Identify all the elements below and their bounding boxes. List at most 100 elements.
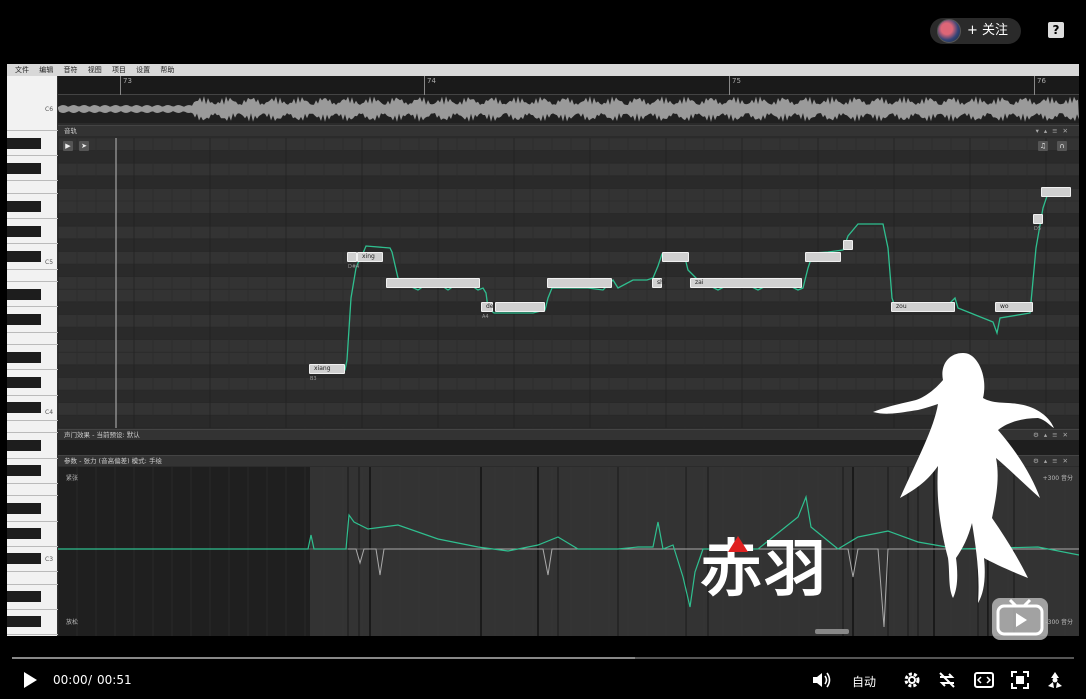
white-key-divider [7,243,58,245]
uploader-avatar[interactable] [937,19,961,43]
black-key[interactable] [7,288,41,300]
white-key-divider [7,130,58,131]
black-key[interactable] [7,591,41,603]
black-key[interactable] [7,137,41,149]
black-key[interactable] [7,225,41,237]
white-key-divider [7,394,58,396]
fullscreen-icon[interactable] [1010,670,1030,690]
white-key-divider [7,419,58,421]
black-key[interactable] [7,251,41,262]
octave-label: C3 [45,556,54,563]
progress-bar[interactable] [12,657,1074,659]
menu-help: 帮助 [160,66,175,74]
character-silhouette [873,353,1054,603]
menu-view: 视图 [87,66,102,74]
note-block[interactable]: wo [995,302,1033,312]
white-key-divider [7,520,58,522]
note-block[interactable] [1033,214,1043,224]
top-bar: + 关注 ? [0,0,1086,62]
black-key[interactable] [7,616,41,628]
timeline-ruler: 73 74 75 76 [58,76,1079,95]
note-block[interactable]: zou [891,302,955,312]
note-pitch-label: A4 [482,314,489,320]
note-icon[interactable]: ♫ [1038,141,1048,151]
piano-keyboard[interactable]: C6 C5 C4 C3 [7,76,58,636]
white-key-divider [7,306,58,308]
white-key-divider [7,482,58,484]
logo-triangle-icon [728,536,748,552]
note-block[interactable] [1041,187,1071,197]
white-key-divider [7,583,58,585]
white-key-divider [7,369,58,371]
white-key-divider [7,268,58,270]
track-panel-header: 音轨 ▾▴≡✕ [58,125,1079,136]
param-min-label: -300 音分 [1045,619,1073,626]
white-key-divider [7,180,58,182]
white-key-divider [7,432,58,434]
quality-selector[interactable]: 自动 [852,673,876,690]
current-time: 00:00 [53,673,88,687]
white-key-divider [7,571,58,572]
note-block[interactable] [843,240,853,250]
bar-number: 73 [123,77,132,85]
white-key-divider [7,545,58,547]
note-pitch-label: D5 [1034,226,1042,232]
play-icon[interactable] [22,671,38,689]
param-top-label: 紧张 [66,475,79,482]
time-separator: / [88,673,93,687]
bar-number: 76 [1037,77,1046,85]
volume-icon[interactable] [812,671,832,689]
note-block[interactable] [547,278,612,288]
black-key[interactable] [7,465,41,477]
select-tool-icon[interactable]: ➤ [79,141,89,151]
black-key[interactable] [7,351,41,363]
audio-waveform [58,95,1079,123]
white-key-divider [7,193,58,194]
note-block[interactable] [495,302,545,312]
note-block[interactable]: zai [690,278,802,288]
white-key-divider [7,344,58,346]
param-bottom-label: 放松 [66,619,79,626]
bar-number: 74 [427,77,436,85]
black-key[interactable] [7,162,41,174]
note-block[interactable]: xing [357,252,383,262]
black-key[interactable] [7,314,41,325]
menu-file: 文件 [15,66,29,74]
buffered-bar [12,657,635,659]
note-block[interactable] [386,278,480,288]
menu-edit: 编辑 [39,66,54,74]
black-key[interactable] [7,528,41,540]
tv-watermark-icon [992,598,1048,640]
note-block[interactable]: de [481,302,494,312]
note-block[interactable] [662,252,689,262]
danmaku-icon[interactable] [1045,670,1065,690]
horizontal-scrollbar[interactable] [815,629,849,634]
note-block[interactable]: xiang [309,364,345,374]
octave-label: C5 [45,259,54,266]
widescreen-icon[interactable] [974,671,994,689]
note-block[interactable] [347,252,357,262]
headphones-icon[interactable]: ∩ [1057,141,1067,151]
black-key[interactable] [7,440,41,451]
duration: 00:51 [97,673,132,687]
channel-logo-text: 赤羽 [700,532,829,605]
white-key-divider [7,155,58,157]
black-key[interactable] [7,553,41,565]
black-key[interactable] [7,503,41,514]
loop-disabled-icon[interactable] [937,670,957,690]
white-key-divider [7,331,58,333]
panel-window-icons[interactable]: ▾▴≡✕ [1036,126,1073,136]
white-key-divider [7,457,58,459]
help-icon[interactable]: ? [1048,22,1064,38]
settings-gear-icon[interactable] [902,670,922,690]
note-block[interactable] [805,252,841,262]
black-key[interactable] [7,377,41,388]
note-block[interactable]: shi [652,278,666,288]
play-track-icon[interactable]: ▶ [63,141,73,151]
white-key-divider [7,608,58,610]
black-key[interactable] [7,200,41,212]
black-key[interactable] [7,402,41,414]
editor-menubar: 文件 编辑 音符 视图 项目 设置 帮助 [7,64,1079,76]
menu-settings: 设置 [136,66,151,74]
white-key-divider [7,281,58,283]
